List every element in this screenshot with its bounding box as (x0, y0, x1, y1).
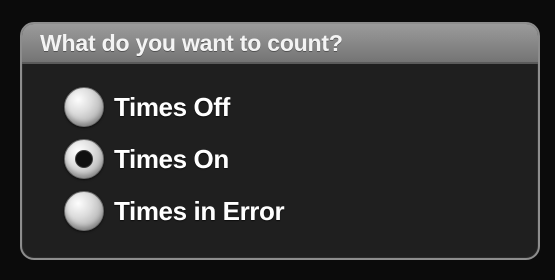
radio-times-in-error[interactable] (64, 191, 104, 231)
count-option-panel: What do you want to count? Times Off Tim… (20, 22, 540, 260)
option-times-in-error[interactable]: Times in Error (64, 190, 504, 232)
panel-header: What do you want to count? (22, 24, 538, 64)
option-times-on-label: Times On (114, 143, 229, 174)
radio-times-on[interactable] (64, 139, 104, 179)
radio-selected-dot-icon (76, 151, 92, 167)
option-times-on[interactable]: Times On (64, 138, 504, 180)
count-options-group: Times Off Times On Times in Error (64, 86, 504, 242)
panel-title: What do you want to count? (40, 29, 343, 56)
option-times-off-label: Times Off (114, 91, 230, 122)
option-times-off[interactable]: Times Off (64, 86, 504, 128)
screen: What do you want to count? Times Off Tim… (0, 0, 555, 280)
option-times-in-error-label: Times in Error (114, 195, 285, 226)
radio-times-off[interactable] (64, 87, 104, 127)
